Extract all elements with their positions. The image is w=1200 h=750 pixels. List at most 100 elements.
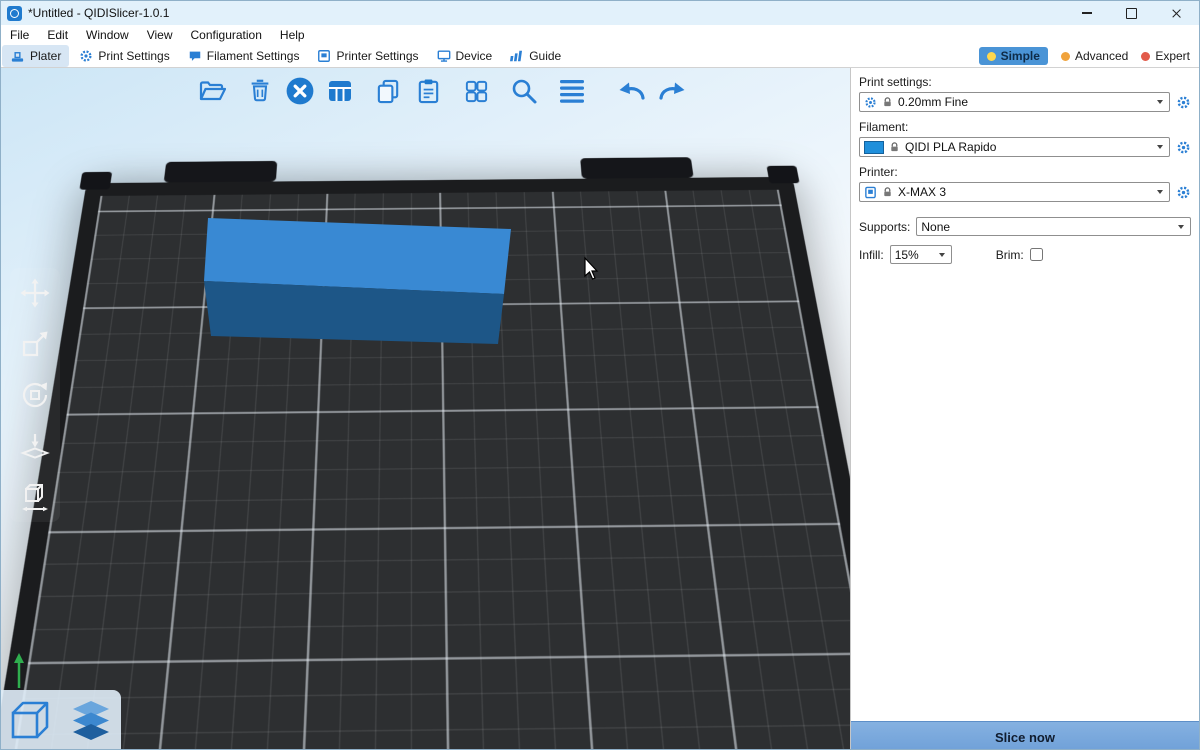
menu-item-window[interactable]: Window bbox=[77, 26, 138, 44]
delete-button[interactable] bbox=[243, 74, 277, 108]
close-button[interactable] bbox=[1154, 1, 1199, 25]
mode-simple[interactable]: Simple bbox=[979, 47, 1048, 65]
split-button[interactable] bbox=[459, 74, 493, 108]
tab-plater[interactable]: Plater bbox=[2, 45, 69, 67]
supports-combo[interactable]: None bbox=[916, 217, 1191, 236]
editor-3d-view-button[interactable] bbox=[4, 694, 58, 748]
viewport-3d[interactable] bbox=[1, 68, 850, 750]
expert-mode-dot-icon bbox=[1141, 52, 1150, 61]
filament-color-swatch bbox=[864, 141, 884, 154]
bed-clip bbox=[766, 166, 799, 184]
filament-icon bbox=[188, 49, 202, 63]
mode-advanced[interactable]: Advanced bbox=[1061, 49, 1128, 63]
lock-icon bbox=[882, 97, 893, 108]
tab-device[interactable]: Device bbox=[429, 45, 501, 67]
settings-sidebar: Print settings: 0.20mm Fine Filament: bbox=[851, 68, 1199, 750]
infill-value: 15% bbox=[895, 248, 934, 262]
open-file-button[interactable] bbox=[195, 74, 229, 108]
copy-button[interactable] bbox=[371, 74, 405, 108]
redo-icon bbox=[656, 77, 688, 105]
menu-item-help[interactable]: Help bbox=[271, 26, 314, 44]
paste-button[interactable] bbox=[411, 74, 445, 108]
place-on-face-tool-button[interactable] bbox=[13, 424, 57, 468]
dropdown-arrow-icon bbox=[1157, 145, 1163, 149]
tab-filament-settings[interactable]: Filament Settings bbox=[180, 45, 308, 67]
bed-clip bbox=[580, 157, 694, 179]
scale-tool-button[interactable] bbox=[13, 322, 57, 366]
rotate-tool-button[interactable] bbox=[13, 373, 57, 417]
tab-guide[interactable]: Guide bbox=[502, 45, 569, 67]
printer-gear-button[interactable] bbox=[1176, 185, 1191, 200]
redo-button[interactable] bbox=[655, 74, 689, 108]
split-icon bbox=[463, 78, 490, 105]
printer-icon bbox=[317, 49, 331, 63]
menu-item-edit[interactable]: Edit bbox=[38, 26, 77, 44]
copy-icon bbox=[375, 78, 402, 105]
print-bed bbox=[1, 177, 850, 750]
brim-checkbox[interactable] bbox=[1030, 248, 1043, 261]
measure-tool-button[interactable] bbox=[13, 475, 57, 519]
device-icon bbox=[437, 49, 451, 63]
layers-icon bbox=[558, 77, 586, 105]
maximize-icon bbox=[1126, 8, 1137, 19]
search-icon bbox=[510, 77, 538, 105]
supports-value: None bbox=[921, 220, 1173, 234]
tab-printer-settings[interactable]: Printer Settings bbox=[309, 45, 426, 67]
brim-label: Brim: bbox=[996, 248, 1024, 262]
menu-item-configuration[interactable]: Configuration bbox=[182, 26, 271, 44]
maximize-button[interactable] bbox=[1109, 1, 1154, 25]
mode-expert[interactable]: Expert bbox=[1141, 49, 1190, 63]
rotate-icon bbox=[20, 380, 50, 410]
variable-layer-height-button[interactable] bbox=[555, 74, 589, 108]
print-settings-value: 0.20mm Fine bbox=[898, 95, 1152, 109]
delete-all-button[interactable] bbox=[283, 74, 317, 108]
simple-mode-dot-icon bbox=[987, 52, 996, 61]
tabbar: Plater Print Settings Filament Settings … bbox=[1, 45, 1199, 68]
plater-toolbar bbox=[189, 72, 689, 110]
arrange-button[interactable] bbox=[323, 74, 357, 108]
filament-value: QIDI PLA Rapido bbox=[905, 140, 1152, 154]
dropdown-arrow-icon bbox=[1157, 190, 1163, 194]
advanced-mode-dot-icon bbox=[1061, 52, 1070, 61]
dropdown-arrow-icon bbox=[1157, 100, 1163, 104]
bed-clip bbox=[79, 172, 112, 190]
undo-button[interactable] bbox=[615, 74, 649, 108]
window-title: *Untitled - QIDISlicer-1.0.1 bbox=[28, 6, 169, 20]
print-settings-label: Print settings: bbox=[859, 75, 1191, 89]
filament-gear-button[interactable] bbox=[1176, 140, 1191, 155]
cube-3d-icon bbox=[8, 698, 54, 744]
infill-combo[interactable]: 15% bbox=[890, 245, 952, 264]
filament-label: Filament: bbox=[859, 120, 1191, 134]
titlebar: *Untitled - QIDISlicer-1.0.1 bbox=[1, 1, 1199, 25]
move-tool-button[interactable] bbox=[13, 271, 57, 315]
preview-layers-view-button[interactable] bbox=[64, 694, 118, 748]
supports-label: Supports: bbox=[859, 220, 910, 234]
search-button[interactable] bbox=[507, 74, 541, 108]
place-on-face-icon bbox=[20, 431, 50, 461]
minimize-button[interactable] bbox=[1064, 1, 1109, 25]
menu-item-file[interactable]: File bbox=[1, 26, 38, 44]
move-icon bbox=[20, 278, 50, 308]
undo-icon bbox=[616, 77, 648, 105]
sliced-layers-icon bbox=[68, 698, 114, 744]
printer-label: Printer: bbox=[859, 165, 1191, 179]
tab-print-settings[interactable]: Print Settings bbox=[71, 45, 177, 67]
gear-icon bbox=[864, 96, 877, 109]
menubar: File Edit Window View Configuration Help bbox=[1, 25, 1199, 45]
app-window: *Untitled - QIDISlicer-1.0.1 File Edit W… bbox=[0, 0, 1200, 750]
lock-icon bbox=[889, 142, 900, 153]
dropdown-arrow-icon bbox=[939, 253, 945, 257]
infill-label: Infill: bbox=[859, 248, 884, 262]
print-settings-combo[interactable]: 0.20mm Fine bbox=[859, 92, 1170, 112]
paste-icon bbox=[415, 78, 442, 105]
print-settings-gear-button[interactable] bbox=[1176, 95, 1191, 110]
gear-icon bbox=[79, 49, 93, 63]
bed-clip bbox=[163, 161, 277, 183]
menu-item-view[interactable]: View bbox=[138, 26, 182, 44]
slice-now-button[interactable]: Slice now bbox=[851, 721, 1199, 750]
printer-combo[interactable]: X-MAX 3 bbox=[859, 182, 1170, 202]
filament-combo[interactable]: QIDI PLA Rapido bbox=[859, 137, 1170, 157]
plater-icon bbox=[10, 49, 25, 64]
bed-grid bbox=[1, 190, 850, 750]
view-switch-panel bbox=[1, 690, 121, 750]
